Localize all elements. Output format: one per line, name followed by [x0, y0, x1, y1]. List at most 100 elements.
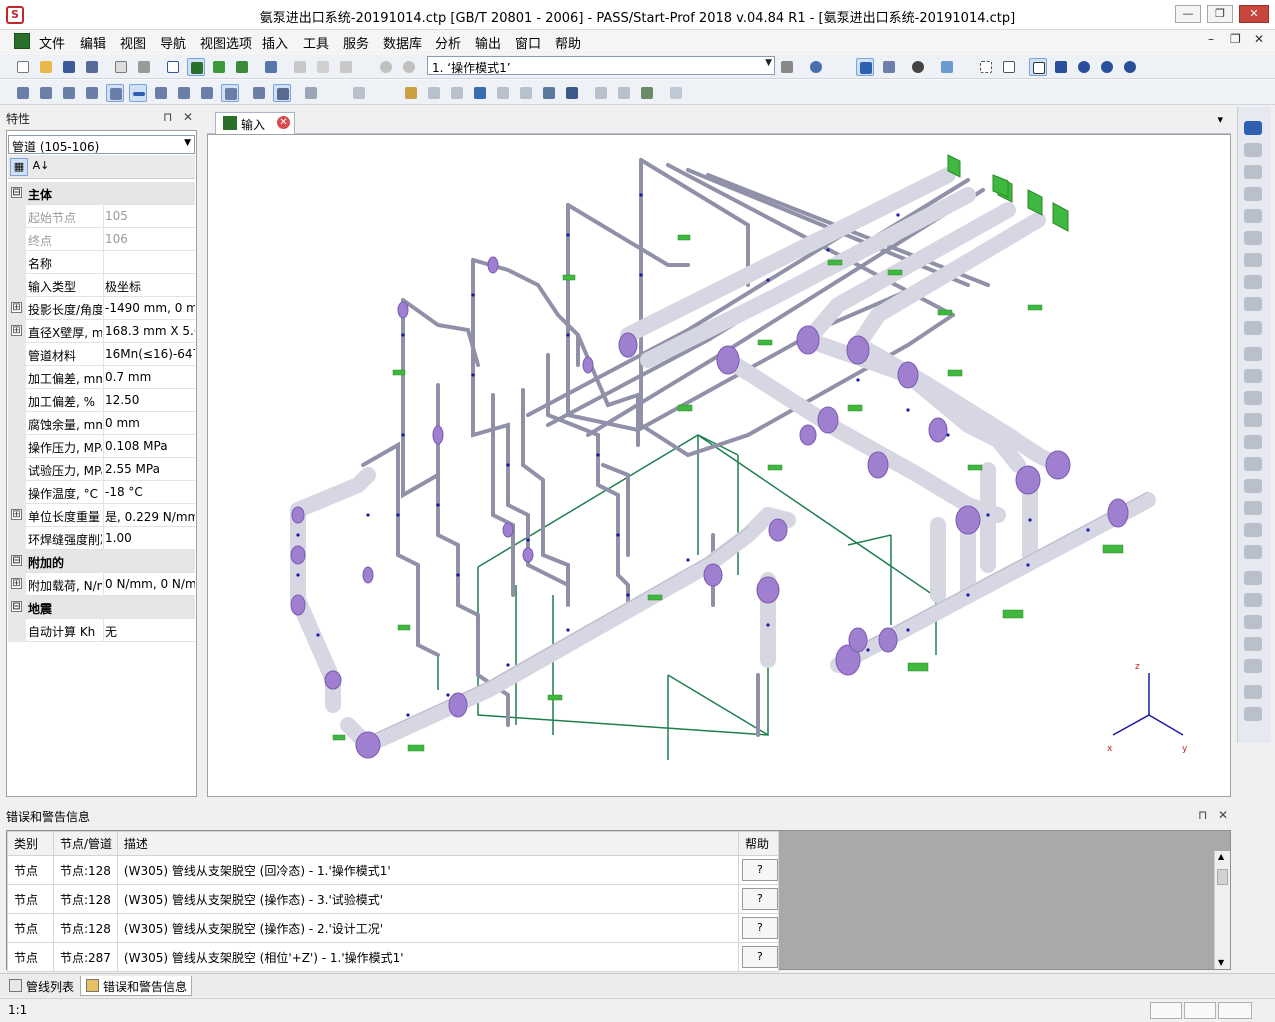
property-value[interactable]: 极坐标 [103, 274, 195, 297]
property-row[interactable]: 腐蚀余量, mm 0 mm [8, 412, 195, 435]
tool-support-3-icon[interactable] [1244, 413, 1262, 427]
property-category[interactable]: ⊟ 附加的 [8, 550, 195, 573]
undo-icon[interactable] [377, 58, 395, 76]
menu-file[interactable]: 文件 [39, 33, 65, 52]
tab-errors[interactable]: 错误和警告信息 [80, 976, 193, 996]
redo-icon[interactable] [400, 58, 418, 76]
pipe-tool-4-icon[interactable] [83, 84, 101, 102]
scrollbar-thumb[interactable] [1217, 869, 1228, 885]
expand-icon[interactable]: ⊞ [11, 325, 22, 336]
zoom-window-icon[interactable] [977, 58, 995, 76]
tool-restraint-icon[interactable] [1244, 545, 1262, 559]
property-row[interactable]: 自动计算 Kh 无 [8, 619, 195, 642]
pipe-tool-17-icon[interactable] [448, 84, 466, 102]
property-value[interactable]: 105 [103, 205, 195, 228]
tool-temperature-icon[interactable] [1244, 659, 1262, 673]
property-value[interactable]: 106 [103, 228, 195, 251]
tool-snubber-icon[interactable] [1244, 523, 1262, 537]
collapse-icon[interactable]: ⊟ [11, 555, 22, 566]
property-value[interactable] [103, 251, 195, 274]
tool-moment-icon[interactable] [1244, 615, 1262, 629]
tool-reducer-icon[interactable] [1244, 187, 1262, 201]
expand-icon[interactable]: ⊞ [11, 578, 22, 589]
tab-input[interactable]: 输入 ✕ [215, 112, 295, 134]
help-button[interactable]: ? [741, 946, 778, 968]
property-value[interactable]: 1.00 [103, 527, 195, 550]
minimize-button[interactable]: — [1175, 5, 1201, 23]
pipe-line-icon[interactable] [129, 84, 147, 102]
column-help[interactable]: 帮助 [737, 831, 780, 856]
pin-icon[interactable]: ⊓ [163, 110, 172, 124]
input-view-icon[interactable] [187, 58, 205, 76]
object-select[interactable]: 管道 (105-106) ▼ [8, 135, 195, 154]
model-viewport[interactable]: z x y [207, 134, 1231, 797]
pipe-tool-14-icon[interactable] [350, 84, 368, 102]
mdi-minimize-button[interactable]: – [1208, 32, 1214, 46]
zoom-icon[interactable] [1075, 58, 1093, 76]
property-category[interactable]: ⊟ 地震 [8, 596, 195, 619]
tool-hanger-icon[interactable] [1244, 501, 1262, 515]
property-row[interactable]: 加工偏差, % 12.50 [8, 389, 195, 412]
menu-database[interactable]: 数据库 [383, 33, 422, 52]
menu-window[interactable]: 窗口 [515, 33, 541, 52]
property-row[interactable]: ⊞ 单位长度重量 是, 0.229 N/mm [8, 504, 195, 527]
categorized-icon[interactable]: ▦ [10, 158, 28, 176]
menu-view[interactable]: 视图 [120, 33, 146, 52]
help-pointer-icon[interactable] [807, 58, 825, 76]
rotate-icon[interactable] [1098, 58, 1116, 76]
help-button[interactable]: ? [741, 888, 778, 910]
property-value[interactable]: 12.50 [103, 389, 195, 412]
menu-help[interactable]: 帮助 [555, 33, 581, 52]
property-value[interactable]: -18 °C [103, 481, 195, 504]
tool-expansion-icon[interactable] [1244, 275, 1262, 289]
pipe-tool-7-icon[interactable] [152, 84, 170, 102]
tool-flange-icon[interactable] [1244, 209, 1262, 223]
mdi-close-button[interactable]: ✕ [1254, 32, 1264, 46]
orbit-icon[interactable] [1121, 58, 1139, 76]
table-row[interactable]: 节点 节点:128 (W305) 管线从支架脱空 (操作态) - 3.'试验模式'? [7, 884, 780, 914]
plan-view-icon[interactable] [880, 58, 898, 76]
property-row[interactable]: 加工偏差, mm 0.7 mm [8, 366, 195, 389]
close-button[interactable]: ✕ [1239, 5, 1269, 23]
property-value[interactable]: 0.108 MPa [103, 435, 195, 458]
view-cube-icon[interactable] [938, 58, 956, 76]
tool-support-2-icon[interactable] [1244, 391, 1262, 405]
property-value[interactable]: 2.55 MPa [103, 458, 195, 481]
save-icon[interactable] [60, 58, 78, 76]
menu-service[interactable]: 服务 [343, 33, 369, 52]
tool-load-icon[interactable] [1244, 571, 1262, 585]
pipe-tool-21-icon[interactable] [540, 84, 558, 102]
tool-gauge-icon[interactable] [1244, 685, 1262, 699]
3d-view-icon[interactable] [856, 58, 874, 76]
help-button[interactable]: ? [741, 917, 778, 939]
save-as-icon[interactable] [83, 58, 101, 76]
scroll-up-icon[interactable]: ▲ [1218, 852, 1224, 861]
new-file-icon[interactable] [14, 58, 32, 76]
property-row[interactable]: 操作压力, MPa 0.108 MPa [8, 435, 195, 458]
property-row[interactable]: 起始节点 105 [8, 205, 195, 228]
column-category[interactable]: 类别 [7, 831, 54, 856]
property-value[interactable]: 0.7 mm [103, 366, 195, 389]
pipe-tool-23-icon[interactable] [592, 84, 610, 102]
property-row[interactable]: ⊞ 投影长度/角度 -1490 mm, 0 m [8, 297, 195, 320]
property-value[interactable]: -1490 mm, 0 m [103, 297, 195, 320]
restore-button[interactable]: ❐ [1207, 5, 1233, 23]
property-value[interactable]: 168.3 mm X 5.6 [103, 320, 195, 343]
tool-support-1-icon[interactable] [1244, 369, 1262, 383]
grid-view-icon[interactable] [164, 58, 182, 76]
pipe-tool-18-icon[interactable] [471, 84, 489, 102]
print-preview-icon[interactable] [112, 58, 130, 76]
property-category[interactable]: ⊟ 主体 [8, 182, 195, 205]
tool-support-4-icon[interactable] [1244, 435, 1262, 449]
property-row[interactable]: 终点 106 [8, 228, 195, 251]
menu-analysis[interactable]: 分析 [435, 33, 461, 52]
property-row[interactable]: ⊞ 附加载荷, N/mm0 N/mm, 0 N/m [8, 573, 195, 596]
tool-guide-icon[interactable] [1244, 457, 1262, 471]
property-row[interactable]: ⊞ 直径X壁厚, mm168.3 mm X 5.6 [8, 320, 195, 343]
calculator-icon[interactable] [262, 58, 280, 76]
expand-icon[interactable]: ⊞ [11, 509, 22, 520]
pan-icon[interactable] [1052, 58, 1070, 76]
pipe-tool-10-icon[interactable] [221, 84, 239, 102]
tool-settings-icon[interactable] [1244, 707, 1262, 721]
tool-displacement-icon[interactable] [1244, 637, 1262, 651]
